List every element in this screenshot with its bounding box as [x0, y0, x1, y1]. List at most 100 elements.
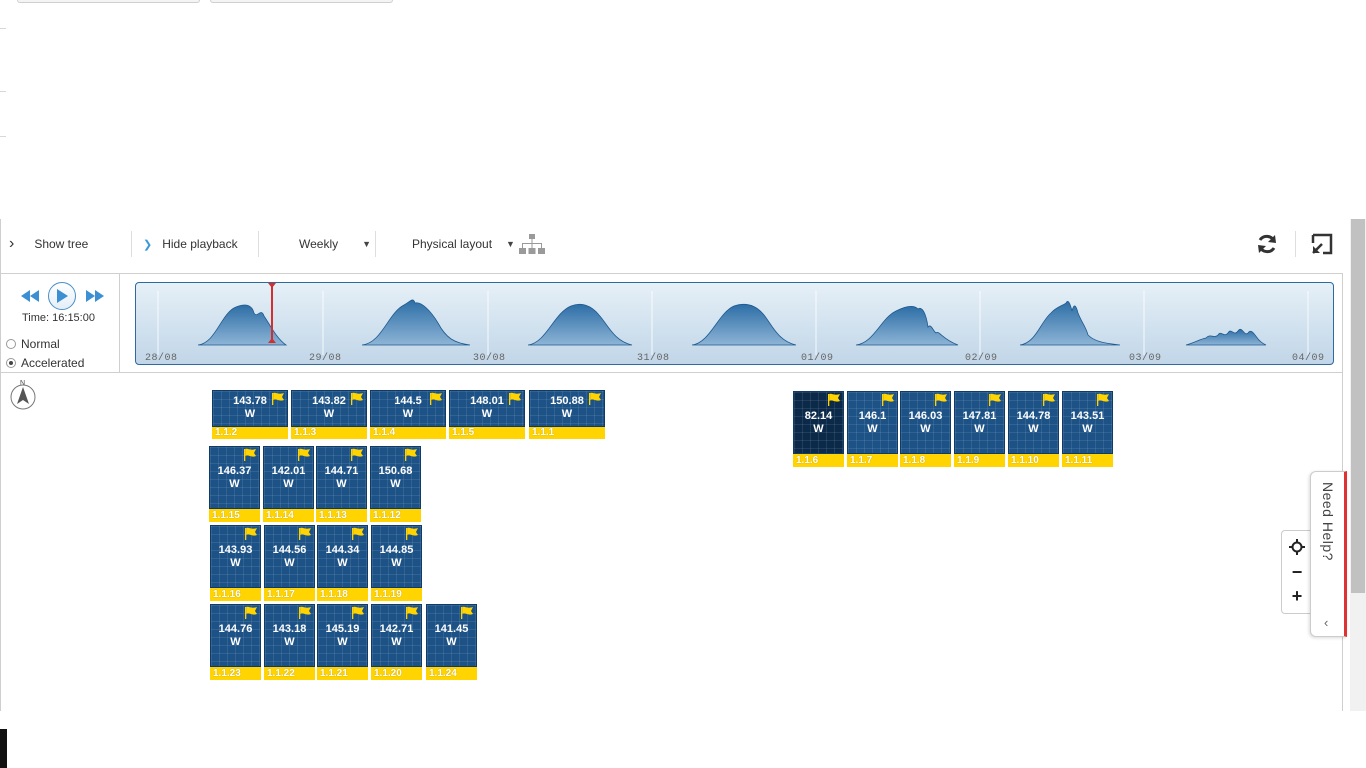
panel-id: 1.1.13	[316, 509, 367, 522]
zoom-in-icon[interactable]: +	[1287, 586, 1307, 606]
period-dropdown[interactable]: Weekly ▼	[299, 230, 371, 258]
panel-id: 1.1.20	[371, 667, 422, 680]
chevron-right-icon: ›	[9, 235, 15, 252]
panel-id: 1.1.7	[847, 454, 898, 467]
top-tab-1[interactable]	[17, 0, 200, 3]
panel-power: 150.68 W	[378, 465, 413, 490]
zoom-controls: − +	[1281, 530, 1311, 614]
taskbar-edge	[0, 729, 7, 768]
mode-normal-label: Normal	[21, 337, 60, 351]
panel-id: 1.1.3	[291, 427, 367, 439]
fast-forward-icon[interactable]	[85, 289, 105, 303]
toolbar-divider	[258, 231, 259, 257]
solar-panel[interactable]: 142.71 W 1.1.20	[371, 604, 422, 680]
panel-power: 144.71 W	[324, 465, 359, 490]
panel-power: 144.85 W	[379, 544, 414, 569]
panel-id: 1.1.22	[264, 667, 315, 680]
flag-icon	[1042, 393, 1056, 406]
solar-panel[interactable]: 144.34 W 1.1.18	[317, 525, 368, 601]
mode-accelerated-label: Accelerated	[21, 356, 85, 370]
solar-panel[interactable]: 146.03 W 1.1.8	[900, 391, 951, 467]
timeline-date: 30/08	[473, 353, 506, 364]
solar-panel[interactable]: 148.01 W 1.1.5	[449, 390, 525, 440]
layout-value: Physical layout	[412, 237, 493, 251]
playback-bar: Time: 16:15:00 Normal Accelerated 28/08 …	[1, 274, 1343, 373]
panel-id: 1.1.4	[370, 427, 446, 439]
playback-time: Time: 16:15:00	[22, 312, 95, 324]
playback-controls: Time: 16:15:00 Normal Accelerated	[1, 274, 120, 372]
panel-id: 1.1.9	[954, 454, 1005, 467]
solar-panel[interactable]: 146.1 W 1.1.7	[847, 391, 898, 467]
solar-panel[interactable]: 143.18 W 1.1.22	[264, 604, 315, 680]
layout-dropdown[interactable]: Physical layout ▼	[412, 230, 515, 258]
flag-icon	[827, 393, 841, 406]
solar-panel[interactable]: 144.5 W 1.1.4	[370, 390, 446, 440]
mode-accelerated-radio[interactable]: Accelerated	[6, 356, 84, 370]
rewind-icon[interactable]	[20, 289, 40, 303]
solar-panel[interactable]: 144.76 W 1.1.23	[210, 604, 261, 680]
flag-icon	[988, 393, 1002, 406]
chevron-left-icon: ‹	[1324, 615, 1329, 630]
solar-panel[interactable]: 150.68 W 1.1.12	[370, 446, 421, 522]
play-icon[interactable]	[48, 282, 76, 310]
flag-icon	[298, 606, 312, 619]
solar-panel[interactable]: 142.01 W 1.1.14	[263, 446, 314, 522]
flag-icon	[244, 527, 258, 540]
recenter-icon[interactable]	[1287, 537, 1307, 557]
need-help-tab[interactable]: Need Help? ‹	[1310, 471, 1347, 637]
solar-panel[interactable]: 144.78 W 1.1.10	[1008, 391, 1059, 467]
refresh-icon[interactable]	[1254, 231, 1280, 257]
solar-panel[interactable]: 143.51 W 1.1.11	[1062, 391, 1113, 467]
timeline-date: 29/08	[309, 353, 342, 364]
solar-panel[interactable]: 147.81 W 1.1.9	[954, 391, 1005, 467]
solar-panel[interactable]: 143.93 W 1.1.16	[210, 525, 261, 601]
flag-icon	[297, 448, 311, 461]
compass-icon[interactable]: N	[9, 378, 37, 410]
fullscreen-icon[interactable]	[1309, 231, 1335, 257]
divider	[0, 28, 6, 29]
panel-power: 143.93 W	[218, 544, 253, 569]
solar-panel[interactable]: 150.88 W 1.1.1	[529, 390, 605, 440]
solar-panel[interactable]: 144.71 W 1.1.13	[316, 446, 367, 522]
panel-power: 144.76 W	[218, 623, 253, 648]
panel-id: 1.1.5	[449, 427, 525, 439]
logical-layout-icon[interactable]	[519, 231, 545, 257]
solar-panel[interactable]: 143.82 W 1.1.3	[291, 390, 367, 440]
solar-panel[interactable]: 141.45 W 1.1.24	[426, 604, 477, 680]
panel-id: 1.1.12	[370, 509, 421, 522]
panel-id: 1.1.10	[1008, 454, 1059, 467]
panel-id: 1.1.6	[793, 454, 844, 467]
radio-icon	[6, 339, 16, 349]
flag-icon	[1096, 393, 1110, 406]
solar-panel[interactable]: 144.85 W 1.1.19	[371, 525, 422, 601]
panel-power: 142.01 W	[271, 465, 306, 490]
panel-id: 1.1.8	[900, 454, 951, 467]
panel-power: 143.18 W	[272, 623, 307, 648]
scrollbar-thumb[interactable]	[1351, 219, 1365, 593]
toolbar-divider	[131, 231, 132, 257]
solar-panel[interactable]: 144.56 W 1.1.17	[264, 525, 315, 601]
solar-panel[interactable]: 143.78 W 1.1.2	[212, 390, 288, 440]
panel-power: 146.1 W	[858, 410, 887, 435]
need-help-label: Need Help?	[1320, 482, 1336, 561]
solar-panel[interactable]: 82.14 W 1.1.6	[793, 391, 844, 467]
flag-icon	[244, 606, 258, 619]
solar-panel[interactable]: 146.37 W 1.1.15	[209, 446, 260, 522]
flag-icon	[298, 527, 312, 540]
panel-power: 145.19 W	[325, 623, 360, 648]
panel-id: 1.1.15	[209, 509, 260, 522]
timeline-date: 04/09	[1292, 353, 1325, 364]
panel-id: 1.1.23	[210, 667, 261, 680]
hide-playback-button[interactable]: ❯ Hide playback	[143, 230, 238, 258]
mode-normal-radio[interactable]: Normal	[6, 337, 60, 351]
panel-power: 143.51 W	[1070, 410, 1105, 435]
solar-panel[interactable]: 145.19 W 1.1.21	[317, 604, 368, 680]
show-tree-button[interactable]: › Show tree	[9, 230, 88, 258]
zoom-out-icon[interactable]: −	[1287, 562, 1307, 582]
panel-power: 148.01 W	[470, 395, 504, 420]
production-timeline[interactable]: 28/08 29/08 30/08 31/08 01/09 02/09 03/0…	[135, 282, 1334, 365]
timeline-date: 31/08	[637, 353, 670, 364]
panel-power: 143.82 W	[312, 395, 346, 420]
top-tab-2[interactable]	[210, 0, 393, 3]
flag-icon	[405, 606, 419, 619]
